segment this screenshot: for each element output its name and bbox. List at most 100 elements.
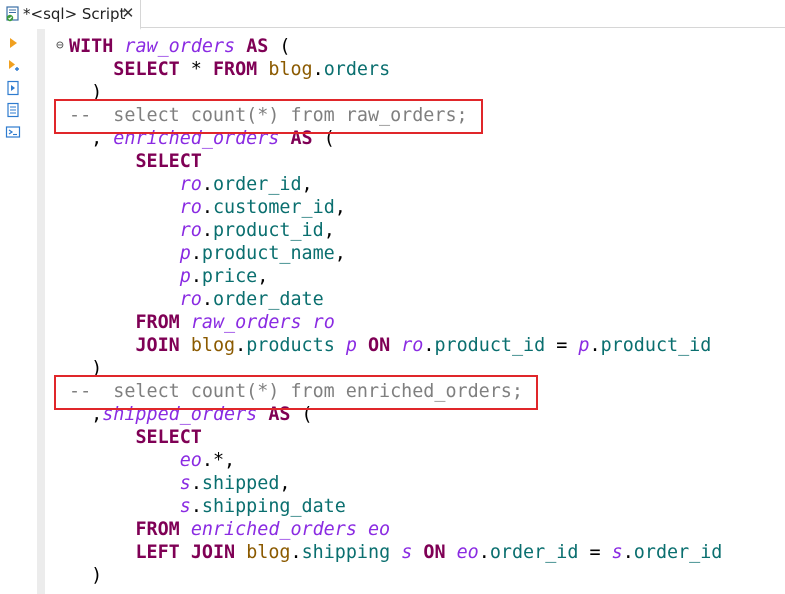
sql-editor-text-area[interactable]: WITH raw_orders AS ( SELECT * FROM blog.… [46,35,785,594]
code-token-kw: ON [423,542,446,563]
code-token-kw: ON [368,335,391,356]
code-token-col: shipping [301,542,391,563]
code-token-plain: .*, [201,450,236,471]
execute-script-icon[interactable] [5,80,21,96]
code-token-plain: . [312,59,324,80]
code-token-cte: shipped_orders [102,404,258,425]
code-token-plain: ) [69,82,103,103]
explain-plan-icon[interactable] [5,102,21,118]
code-token-col: orders [323,59,391,80]
code-token-plain: . [235,335,247,356]
code-token-plain: . [190,266,202,287]
code-token-cte: raw_orders [124,36,236,57]
code-token-plain: , [301,174,313,195]
code-token-tbl: blog [246,542,291,563]
code-token-plain: . [478,542,490,563]
code-token-tbl: blog [268,59,313,80]
tab-separator [140,27,785,28]
code-token-kw: FROM [135,519,180,540]
code-token-kw: AS [246,36,269,57]
code-token-tbl: blog [190,335,236,356]
code-line: LEFT JOIN blog.shipping s ON eo.order_id… [69,541,722,564]
code-token-kw: JOIN [190,542,236,563]
code-line: FROM enriched_orders eo [69,518,390,541]
code-token-kw: FROM [135,312,180,333]
code-token-kw: AS [268,404,291,425]
code-line: SELECT [69,150,202,173]
execute-statement-new-tab-icon[interactable] [5,58,21,74]
code-token-plain: = [578,542,612,563]
code-token-col: order_id [489,542,579,563]
code-token-alias: ro [179,174,202,195]
code-token-plain: ) [69,358,103,379]
code-token-cmt: -- select count(*) from enriched_orders; [69,381,523,402]
code-token-cte: raw_orders [190,312,302,333]
code-token-col: order_date [212,289,324,310]
code-token-plain: . [423,335,435,356]
code-token-plain: , [279,473,291,494]
code-token-col: price [201,266,258,287]
code-line: FROM raw_orders ro [69,311,335,334]
code-line: SELECT * FROM blog.orders [69,58,390,81]
code-token-col: product_id [212,220,324,241]
code-token-col: product_id [434,335,546,356]
code-token-col: product_id [600,335,712,356]
code-token-col: shipped [201,473,280,494]
code-token-plain: . [201,289,213,310]
code-line: -- select count(*) from raw_orders; [69,104,468,127]
code-token-alias: s [179,496,191,517]
code-line: s.shipping_date [69,495,346,518]
code-token-alias: ro [312,312,335,333]
code-token-plain: . [190,243,202,264]
code-token-alias: p [578,335,590,356]
sql-script-icon [6,6,19,22]
code-line: eo.*, [69,449,235,472]
code-line: s.shipped, [69,472,291,495]
code-token-col: order_id [212,174,302,195]
code-token-plain: , [323,220,335,241]
execute-statement-icon[interactable] [5,35,21,51]
code-token-alias: p [179,243,191,264]
tab-title: *<sql> Script [23,5,126,23]
code-token-plain: = [545,335,579,356]
load-script-icon[interactable] [5,124,21,140]
close-icon[interactable]: ✕ [120,4,136,22]
code-token-kw: SELECT [113,59,180,80]
code-token-kw: JOIN [135,335,180,356]
code-token-cte: enriched_orders [113,128,280,149]
code-token-plain: . [201,220,213,241]
code-token-kw: SELECT [135,151,202,172]
tab-sql-script[interactable]: *<sql> Script ✕ [0,0,141,30]
code-token-alias: eo [179,450,202,471]
fold-toggle-icon[interactable]: ⊖ [56,39,68,52]
code-token-col: products [246,335,335,356]
code-token-alias: ro [179,220,202,241]
code-token-cmt: -- select count(*) from raw_orders; [69,105,468,126]
code-token-plain: . [201,197,213,218]
code-line: ,shipped_orders AS ( [69,403,312,426]
code-token-plain: ) [69,565,103,586]
code-token-col: product_name [201,243,335,264]
